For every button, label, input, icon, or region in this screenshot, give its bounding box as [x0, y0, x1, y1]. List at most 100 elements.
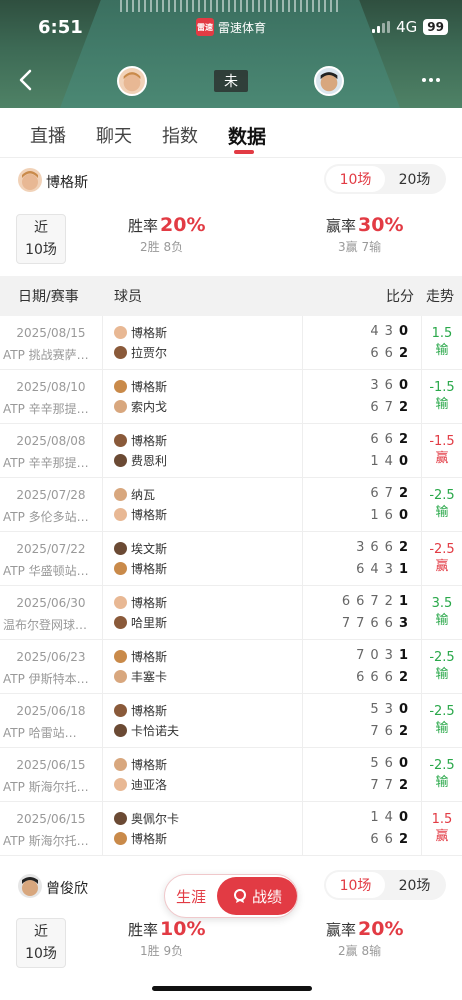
- table-row[interactable]: 2025/06/30 温布尔登网球… 博格斯 哈里斯 66721 77663 3…: [0, 586, 462, 640]
- player-name: 博格斯: [131, 508, 168, 522]
- set-scores-player1: 662: [370, 432, 414, 447]
- range-10-button[interactable]: 10场: [326, 166, 385, 192]
- table-row[interactable]: 2025/06/23 ATP 伊斯特本… 博格斯 丰塞卡 7031 6662 -…: [0, 640, 462, 694]
- range-20-button[interactable]: 20场: [385, 166, 444, 192]
- cover-rate-label: 赢率: [326, 921, 357, 939]
- set-scores-player2: 6431: [356, 562, 414, 577]
- handicap-result: 输: [435, 721, 449, 736]
- cover-rate-value: 30%: [358, 214, 404, 236]
- handicap-line: -2.5: [429, 704, 455, 719]
- trend-result: -2.5 输: [422, 703, 462, 737]
- player-avatar-icon: [114, 326, 127, 339]
- player2-avatar[interactable]: [314, 66, 344, 96]
- set-scores-player2: 672: [370, 400, 414, 415]
- event-name: ATP 辛辛那提…: [3, 456, 89, 470]
- career-button[interactable]: 生涯: [165, 886, 217, 907]
- row-player1: 博格斯: [114, 432, 167, 449]
- player1-header: 博格斯 10场 20场: [0, 160, 462, 204]
- range-20-button[interactable]: 20场: [385, 872, 444, 898]
- match-date: 2025/06/15: [16, 812, 86, 826]
- record-label: 战绩: [251, 887, 282, 906]
- handicap-line: -1.5: [429, 434, 455, 449]
- more-icon[interactable]: [422, 78, 440, 82]
- trend-result: -2.5 输: [422, 757, 462, 791]
- row-player1: 埃文斯: [114, 540, 167, 557]
- event-name: ATP 哈雷站…: [3, 726, 77, 740]
- player1-avatar[interactable]: [117, 66, 147, 96]
- range-10-button[interactable]: 10场: [326, 872, 385, 898]
- table-header: 日期/赛事 球员 比分 走势: [0, 276, 462, 316]
- tab-odds[interactable]: 指数: [162, 108, 228, 157]
- trend-result: -2.5 输: [422, 487, 462, 521]
- player-avatar-icon: [114, 380, 127, 393]
- trend-result: -1.5 赢: [422, 433, 462, 467]
- win-rate-detail: 1胜 9负: [140, 944, 184, 958]
- set-scores-player1: 530: [370, 702, 414, 717]
- header-trend: 走势: [426, 289, 454, 305]
- player-name: 博格斯: [131, 326, 168, 340]
- player2-summary: 近 10场 胜率 10% 1胜 9负 赢率 20% 2赢 8输: [0, 918, 462, 974]
- player-name: 博格斯: [131, 434, 168, 448]
- player-avatar-icon: [114, 670, 127, 683]
- recent-games-box: 近 10场: [16, 918, 66, 968]
- player-name: 索内戈: [131, 400, 168, 414]
- handicap-line: -2.5: [429, 758, 455, 773]
- player-name: 费恩利: [131, 454, 168, 468]
- match-date: 2025/06/30: [16, 596, 86, 610]
- match-date: 2025/06/23: [16, 650, 86, 664]
- tab-live[interactable]: 直播: [30, 108, 96, 157]
- recent-count: 10场: [25, 946, 57, 962]
- player-name: 博格斯: [131, 596, 168, 610]
- player-avatar-icon: [114, 488, 127, 501]
- battery-icon: 99: [423, 19, 448, 35]
- tab-chat[interactable]: 聊天: [96, 108, 162, 157]
- table-row[interactable]: 2025/08/15 ATP 挑战赛萨… 博格斯 拉贾尔 430 662 1.5…: [0, 316, 462, 370]
- tab-data[interactable]: 数据: [228, 108, 294, 157]
- table-row[interactable]: 2025/06/15 ATP 斯海尔托… 奥佩尔卡 博格斯 140 662 1.…: [0, 802, 462, 856]
- event-name: 温布尔登网球…: [3, 618, 88, 632]
- medal-icon: [233, 889, 246, 903]
- player-avatar-icon: [114, 778, 127, 791]
- header-date: 日期/赛事: [18, 289, 79, 305]
- trend-result: -2.5 赢: [422, 541, 462, 575]
- match-date: 2025/07/28: [16, 488, 86, 502]
- handicap-result: 赢: [435, 559, 449, 574]
- set-scores-player2: 77663: [341, 616, 414, 631]
- match-status: 未: [214, 70, 248, 92]
- table-row[interactable]: 2025/07/28 ATP 多伦多站… 纳瓦 博格斯 672 160 -2.5…: [0, 478, 462, 532]
- row-player1: 博格斯: [114, 324, 167, 341]
- player-name: 纳瓦: [131, 488, 156, 502]
- player-name: 博格斯: [131, 758, 168, 772]
- player-avatar-icon: [114, 758, 127, 771]
- table-row[interactable]: 2025/06/18 ATP 哈雷站… 博格斯 卡恰诺夫 530 762 -2.…: [0, 694, 462, 748]
- recent-count: 10场: [25, 242, 57, 258]
- player-avatar-icon: [114, 704, 127, 717]
- event-name: ATP 多伦多站…: [3, 510, 89, 524]
- cover-rate-detail: 3赢 7输: [338, 240, 382, 254]
- home-indicator[interactable]: [152, 986, 312, 991]
- recent-label: 近: [34, 220, 48, 236]
- player-avatar-icon: [114, 562, 127, 575]
- set-scores-player2: 662: [370, 832, 414, 847]
- row-player2: 费恩利: [114, 452, 167, 469]
- player2-small-avatar: [18, 874, 42, 898]
- handicap-result: 赢: [435, 829, 449, 844]
- handicap-result: 输: [435, 397, 449, 412]
- set-scores-player2: 662: [370, 346, 414, 361]
- table-row[interactable]: 2025/07/22 ATP 华盛顿站… 埃文斯 博格斯 3662 6431 -…: [0, 532, 462, 586]
- handicap-line: -2.5: [429, 488, 455, 503]
- player-avatar-icon: [114, 434, 127, 447]
- table-row[interactable]: 2025/06/15 ATP 斯海尔托… 博格斯 迪亚洛 560 772 -2.…: [0, 748, 462, 802]
- set-scores-player1: 3662: [356, 540, 414, 555]
- back-icon[interactable]: [16, 68, 36, 92]
- table-row[interactable]: 2025/08/08 ATP 辛辛那提… 博格斯 费恩利 662 140 -1.…: [0, 424, 462, 478]
- row-player2: 拉贾尔: [114, 344, 167, 361]
- player-name: 博格斯: [131, 650, 168, 664]
- table-row[interactable]: 2025/08/10 ATP 辛辛那提… 博格斯 索内戈 360 672 -1.…: [0, 370, 462, 424]
- network-type: 4G: [396, 18, 418, 36]
- trend-result: 1.5 赢: [422, 811, 462, 845]
- handicap-result: 输: [435, 505, 449, 520]
- row-player2: 卡恰诺夫: [114, 722, 179, 739]
- row-player1: 博格斯: [114, 378, 167, 395]
- record-button[interactable]: 战绩: [217, 877, 297, 915]
